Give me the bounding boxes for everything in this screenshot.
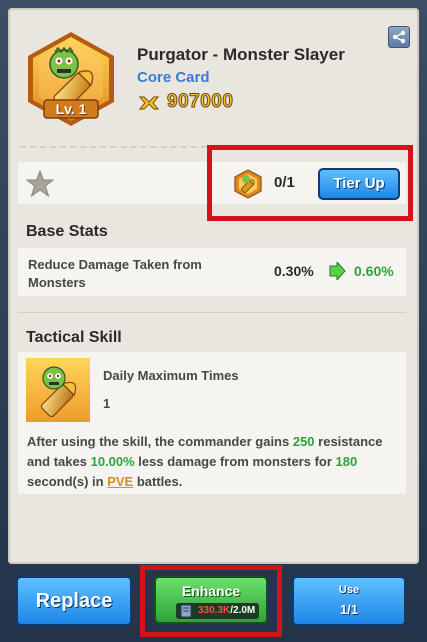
use-label: Use [338, 584, 360, 596]
highlight-box-enhance [140, 565, 282, 637]
stat-name: Reduce Damage Taken from Monsters [28, 257, 202, 290]
replace-button[interactable]: Replace [16, 576, 132, 626]
desc-duration-value: 180 [335, 454, 358, 469]
desc-text: less damage from monsters for [134, 454, 336, 469]
highlight-box-tier [207, 145, 413, 221]
base-stats-title: Base Stats [26, 223, 108, 240]
skill-bullet-icon [26, 358, 90, 422]
power-value: 907000 [166, 91, 234, 113]
skill-label: Daily Maximum Times [103, 368, 239, 383]
star-icon [26, 170, 54, 197]
use-count: 1/1 [339, 602, 359, 617]
desc-text: After using the skill, the commander gai… [27, 434, 293, 449]
section-divider [18, 312, 406, 313]
pve-link[interactable]: PVE [107, 474, 133, 489]
desc-text: battles. [133, 474, 183, 489]
share-icon [392, 30, 406, 44]
card-level: Lv. 1 [55, 101, 87, 117]
stat-old-value: 0.30% [274, 263, 314, 279]
desc-resistance-value: 250 [292, 434, 315, 449]
skill-description: After using the skill, the commander gai… [27, 432, 399, 492]
desc-damage-value: 10.00% [90, 454, 135, 469]
card-subtitle: Core Card [137, 69, 210, 86]
card-badge: Lv. 1 [22, 30, 120, 128]
arrow-right-icon [329, 262, 346, 280]
tactical-skill-title: Tactical Skill [26, 329, 122, 346]
power-icon [138, 96, 160, 110]
stat-new-value: 0.60% [354, 263, 394, 279]
skill-value: 1 [103, 396, 111, 411]
use-button[interactable]: Use 1/1 [292, 576, 406, 626]
share-button[interactable] [388, 26, 410, 48]
desc-text: second(s) in [27, 474, 108, 489]
card-title: Purgator - Monster Slayer [137, 45, 345, 64]
